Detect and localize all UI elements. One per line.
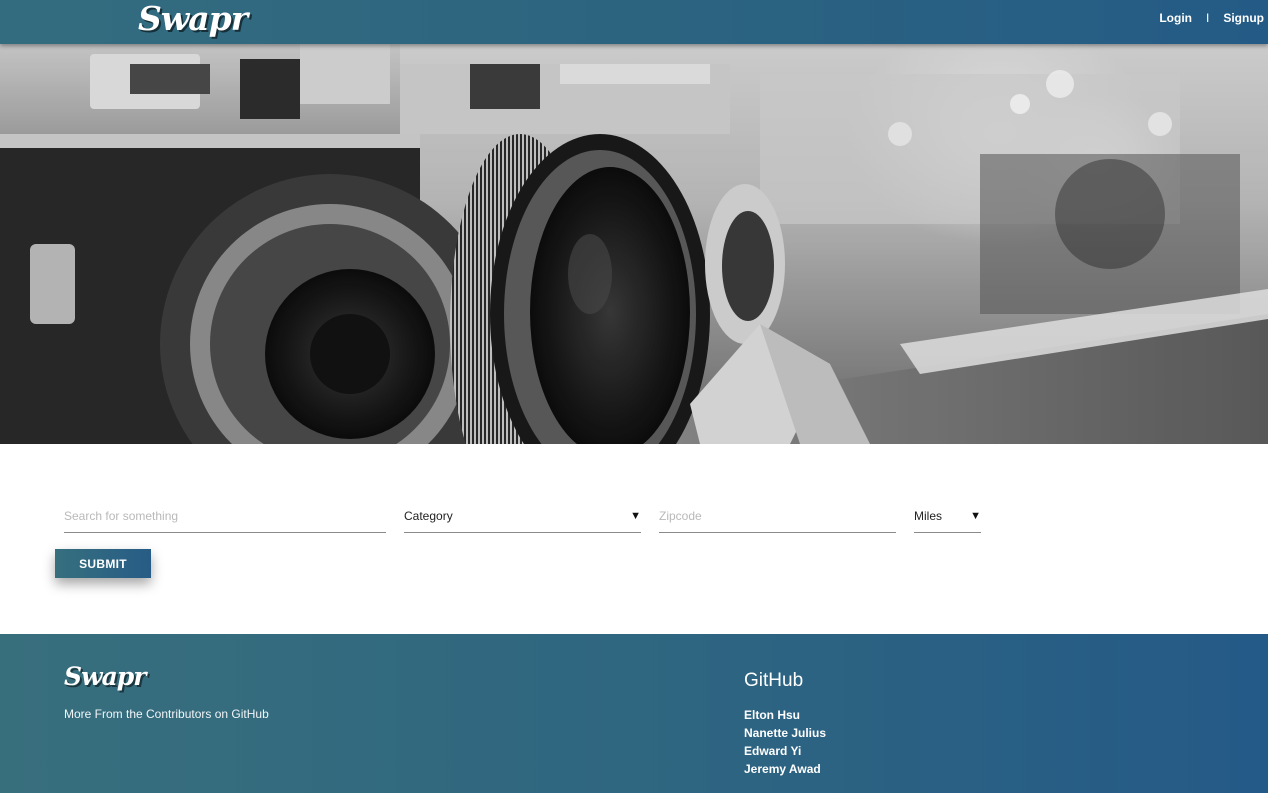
navbar: Swapr Login I Signup bbox=[0, 0, 1268, 44]
search-form: Category ▼ Miles ▼ SUBMIT bbox=[0, 444, 1268, 634]
footer-tagline: More From the Contributors on GitHub bbox=[64, 707, 269, 721]
category-select[interactable]: Category ▼ bbox=[404, 500, 641, 533]
contributor-link[interactable]: Edward Yi bbox=[744, 742, 826, 760]
hero-image bbox=[0, 44, 1268, 444]
hero-cameras-illustration bbox=[0, 44, 1268, 444]
footer-brand-logo[interactable]: Swapr bbox=[64, 661, 146, 693]
brand-logo[interactable]: Swapr bbox=[138, 0, 248, 39]
nav-links: Login I Signup bbox=[1159, 11, 1264, 25]
contributor-link[interactable]: Elton Hsu bbox=[744, 706, 826, 724]
signup-link[interactable]: Signup bbox=[1223, 11, 1264, 25]
contributor-link[interactable]: Jeremy Awad bbox=[744, 760, 826, 778]
search-query-field bbox=[64, 500, 386, 533]
footer: Swapr More From the Contributors on GitH… bbox=[0, 634, 1268, 793]
triangle-down-icon: ▼ bbox=[970, 510, 981, 522]
miles-select-value: Miles bbox=[914, 509, 943, 523]
zipcode-field bbox=[659, 500, 896, 533]
contributor-link[interactable]: Nanette Julius bbox=[744, 724, 826, 742]
category-select-value: Category bbox=[404, 509, 453, 523]
contributors-list: Elton Hsu Nanette Julius Edward Yi Jerem… bbox=[744, 706, 826, 778]
miles-select[interactable]: Miles ▼ bbox=[914, 500, 981, 533]
submit-button[interactable]: SUBMIT bbox=[55, 549, 151, 578]
login-link[interactable]: Login bbox=[1159, 11, 1192, 25]
nav-separator: I bbox=[1205, 11, 1210, 25]
triangle-down-icon: ▼ bbox=[630, 510, 641, 522]
zipcode-input[interactable] bbox=[659, 509, 896, 523]
search-input[interactable] bbox=[64, 509, 386, 523]
github-heading: GitHub bbox=[744, 670, 804, 691]
